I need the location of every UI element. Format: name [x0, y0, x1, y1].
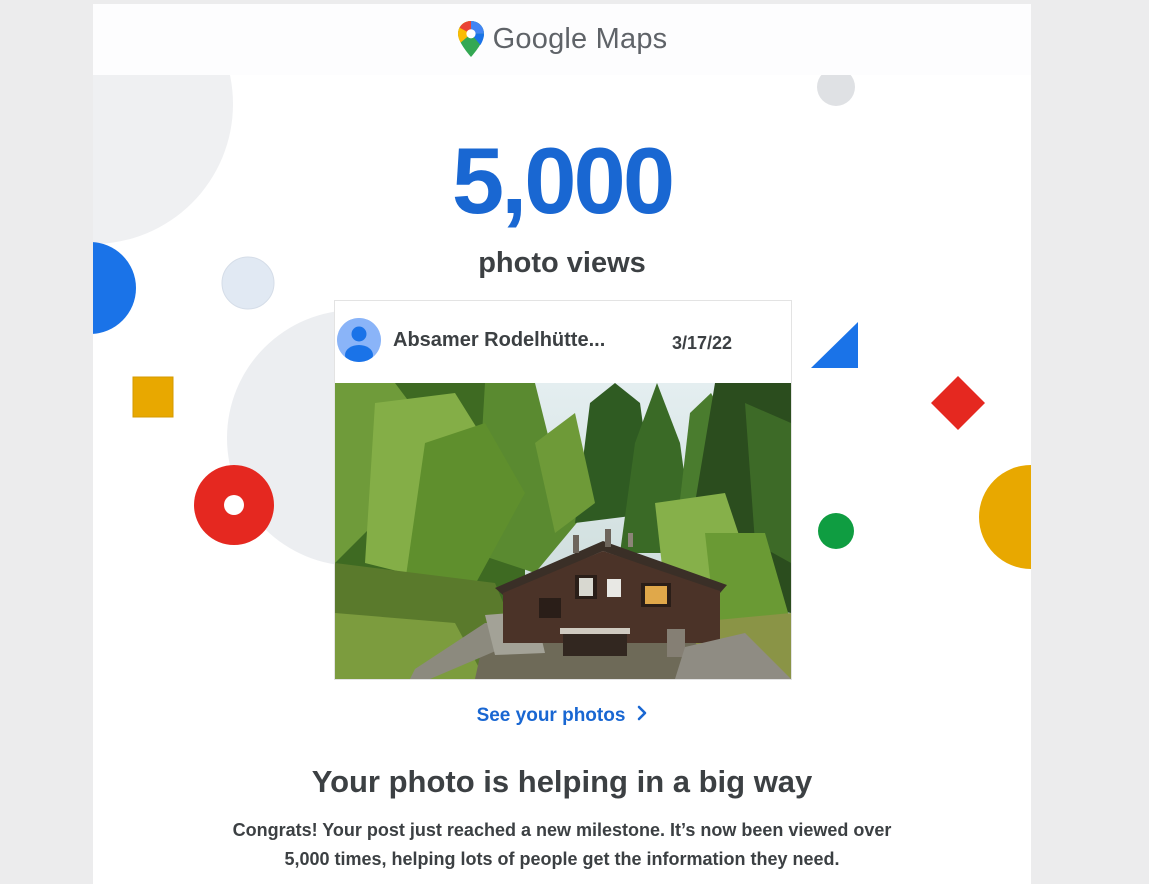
mountain-hut-photo — [335, 383, 791, 679]
green-dot — [818, 513, 854, 549]
yellow-square — [132, 376, 174, 418]
google-maps-logo[interactable]: Google Maps — [93, 20, 1031, 58]
milestone-label: photo views — [478, 247, 646, 279]
brand-name: Google Maps — [492, 22, 668, 55]
message-body: Congrats! Your post just reached a new m… — [232, 820, 892, 869]
place-name[interactable]: Absamer Rodelhütte... — [393, 329, 605, 352]
post-photo[interactable] — [335, 383, 791, 679]
header: Google Maps — [93, 4, 1031, 75]
post-date: 3/17/22 — [672, 333, 733, 353]
avatar-icon — [337, 318, 381, 362]
blue-triangle — [811, 322, 858, 368]
red-diamond — [931, 376, 985, 430]
see-your-photos-link[interactable]: See your photos — [93, 705, 1031, 727]
map-pin-icon — [457, 21, 484, 57]
email-card: Google Maps 5,000 photo views Absamer Ro… — [93, 4, 1031, 884]
milestone-value: 5,000 — [451, 128, 675, 233]
cta-label: See your photos — [476, 705, 626, 726]
red-ring-hole — [224, 495, 244, 515]
yellow-half-circle-right — [979, 465, 1031, 569]
message-headline: Your photo is helping in a big way — [311, 764, 813, 799]
chevron-right-icon — [637, 705, 647, 727]
photo-post-card[interactable]: Absamer Rodelhütte... 3/17/22 — [334, 300, 792, 680]
